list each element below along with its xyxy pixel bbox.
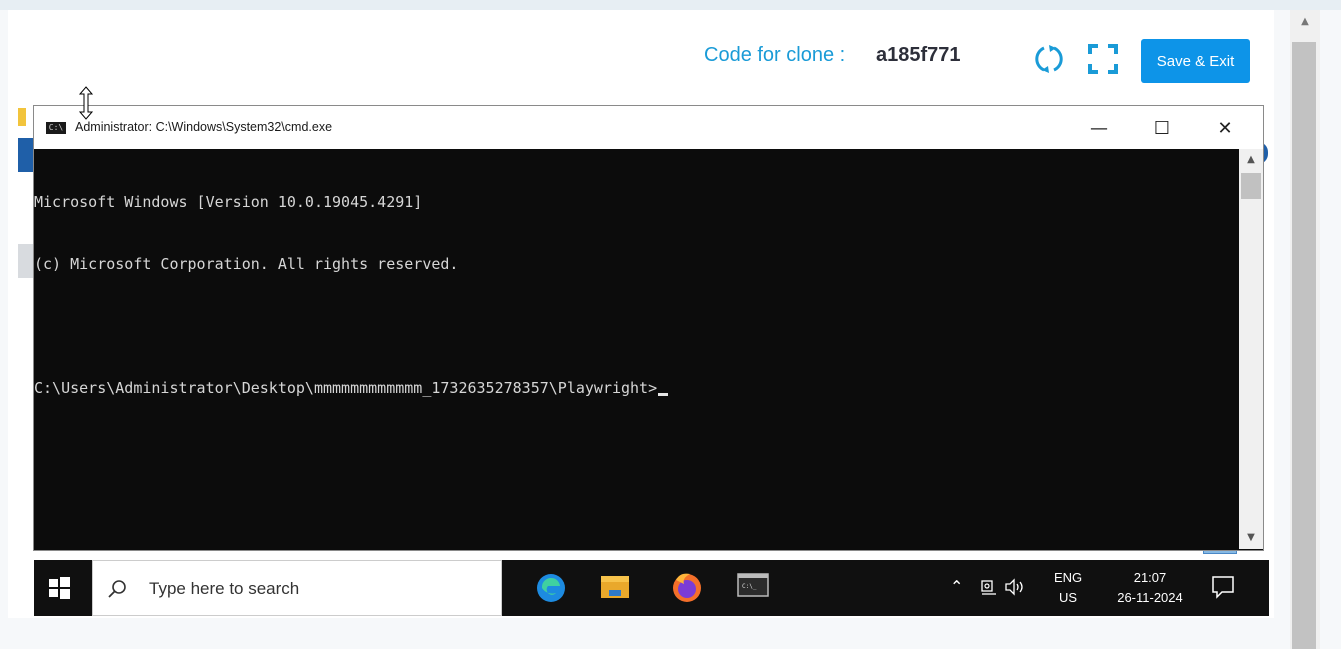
svg-text:C:\_: C:\_ [742,583,757,590]
search-icon [108,580,126,598]
clock[interactable]: 21:07 26-11-2024 [1110,568,1190,624]
edge-icon[interactable] [522,560,580,616]
search-placeholder: Type here to search [149,579,300,598]
fullscreen-icon[interactable] [1086,42,1120,76]
cmd-window[interactable]: C:\ Administrator: C:\Windows\System32\c… [33,105,1264,551]
cmd-taskbar-icon[interactable]: C:\_ [724,560,782,616]
cmd-icon: C:\ [46,122,66,134]
meet-now-icon[interactable] [980,577,998,597]
sync-icon[interactable] [1032,42,1066,76]
minimize-button[interactable]: — [1068,106,1130,149]
clone-code-value: a185f771 [876,44,961,66]
page-scrollbar[interactable]: ▲ [1290,10,1320,649]
firefox-icon[interactable] [658,560,716,616]
chevron-down-icon[interactable]: ▼ [1239,527,1263,549]
taskbar: Type here to search C:\_ ⌃ ENG US 21:07 … [34,560,1269,616]
language-indicator[interactable]: ENG US [1054,568,1082,624]
cmd-scrollbar[interactable]: ▲ ▼ [1239,149,1263,549]
cmd-line: (c) Microsoft Corporation. All rights re… [34,255,459,273]
header-bar: Code for clone : a185f771 Save & Exit [8,10,1274,102]
cmd-title-bar[interactable]: C:\ Administrator: C:\Windows\System32\c… [34,106,1263,149]
cmd-prompt: C:\Users\Administrator\Desktop\mmmmmmmmm… [34,379,658,397]
speaker-icon[interactable] [1004,577,1026,597]
text-cursor [658,393,669,396]
cmd-scroll-thumb[interactable] [1241,173,1261,199]
scroll-up-icon[interactable]: ▲ [1290,16,1320,27]
taskbar-search[interactable]: Type here to search [92,560,502,616]
chevron-up-icon[interactable]: ▲ [1239,149,1263,171]
page-folder-marker [18,108,26,126]
cmd-line [34,316,1239,338]
notification-icon[interactable] [1210,573,1236,601]
cmd-title: Administrator: C:\Windows\System32\cmd.e… [75,120,333,134]
lang-region: US [1059,590,1078,605]
clock-time: 21:07 [1133,570,1167,585]
resize-cursor-icon [78,86,94,120]
file-explorer-icon[interactable] [586,560,644,616]
top-strip [0,0,1341,10]
maximize-button[interactable]: ☐ [1131,106,1193,149]
clone-code-label: Code for clone : [704,44,846,66]
cmd-line: Microsoft Windows [Version 10.0.19045.42… [34,193,423,211]
chevron-up-icon[interactable]: ⌃ [950,577,963,596]
windows-start-icon[interactable] [34,560,84,616]
save-and-exit-button[interactable]: Save & Exit [1141,39,1250,83]
cmd-output[interactable]: Microsoft Windows [Version 10.0.19045.42… [34,149,1239,552]
clock-date: 26-11-2024 [1117,590,1183,605]
lang-code: ENG [1054,570,1083,585]
page-blue-bar [18,138,34,172]
page-gray-bar [18,244,34,278]
page-scroll-thumb[interactable] [1292,42,1316,649]
close-button[interactable]: ✕ [1194,106,1256,149]
cmd-prompt-line: C:\Users\Administrator\Desktop\mmmmmmmmm… [34,378,1239,400]
